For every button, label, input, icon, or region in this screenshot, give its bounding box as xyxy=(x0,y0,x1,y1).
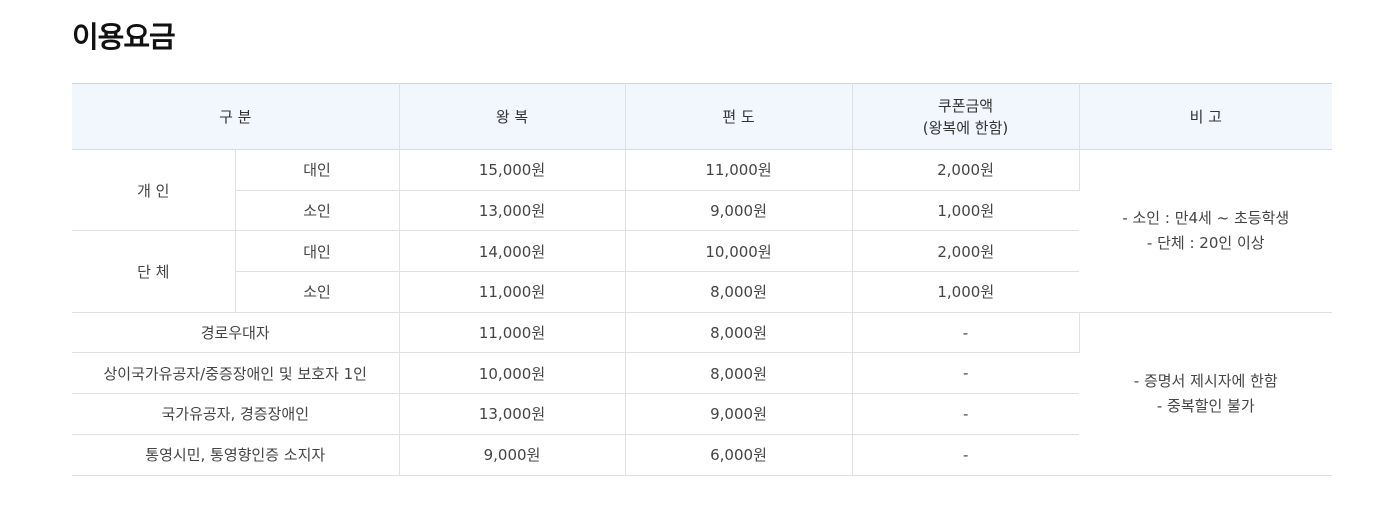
round-trip-fare: 11,000원 xyxy=(399,312,626,354)
table-header-row: 구 분 왕 복 편 도 쿠폰금액 (왕복에 한함) 비 고 xyxy=(72,83,1332,150)
discount-category-label: 국가유공자, 경증장애인 xyxy=(72,393,400,435)
round-trip-fare: 11,000원 xyxy=(399,271,626,313)
header-round-trip: 왕 복 xyxy=(399,83,626,150)
group-label-individual: 개 인 xyxy=(72,149,236,232)
round-trip-fare: 10,000원 xyxy=(399,352,626,395)
header-coupon-note: (왕복에 한함) xyxy=(922,118,1009,137)
remarks-line: - 소인 : 만4세 ~ 초등학생 xyxy=(1122,208,1290,227)
subcategory-label: 대인 xyxy=(235,230,400,273)
coupon-amount: - xyxy=(852,393,1079,435)
header-remarks: 비 고 xyxy=(1079,83,1332,150)
table-row: 경로우대자 11,000원 8,000원 - - 증명서 제시자에 한함 - 중… xyxy=(72,312,1332,476)
round-trip-fare: 14,000원 xyxy=(399,230,626,273)
one-way-fare: 8,000원 xyxy=(625,312,853,354)
round-trip-fare: 15,000원 xyxy=(399,149,626,191)
discount-category-label: 상이국가유공자/중증장애인 및 보호자 1인 xyxy=(72,352,400,395)
remarks-discount: - 증명서 제시자에 한함 - 중복할인 불가 xyxy=(1079,312,1332,476)
subcategory-label: 소인 xyxy=(235,190,400,232)
fare-table: 구 분 왕 복 편 도 쿠폰금액 (왕복에 한함) 비 고 개 인 대인 15,… xyxy=(72,83,1332,476)
coupon-amount: - xyxy=(852,434,1079,476)
discount-category-label: 경로우대자 xyxy=(72,312,400,354)
page-title: 이용요금 xyxy=(72,20,176,54)
coupon-amount: 1,000원 xyxy=(852,271,1079,313)
one-way-fare: 6,000원 xyxy=(625,434,853,476)
subcategory-label: 대인 xyxy=(235,149,400,191)
coupon-amount: 1,000원 xyxy=(852,190,1079,232)
coupon-amount: 2,000원 xyxy=(852,230,1079,273)
group-label-group: 단 체 xyxy=(72,230,236,313)
coupon-amount: - xyxy=(852,312,1080,354)
one-way-fare: 11,000원 xyxy=(625,149,853,191)
header-one-way: 편 도 xyxy=(625,83,853,150)
round-trip-fare: 9,000원 xyxy=(399,434,626,476)
header-category: 구 분 xyxy=(72,83,400,150)
remarks-age-group: - 소인 : 만4세 ~ 초등학생 - 단체 : 20인 이상 xyxy=(1079,149,1332,313)
one-way-fare: 8,000원 xyxy=(625,352,853,395)
coupon-amount: 2,000원 xyxy=(852,149,1080,191)
one-way-fare: 9,000원 xyxy=(625,190,853,232)
one-way-fare: 10,000원 xyxy=(625,230,853,273)
coupon-amount: - xyxy=(852,352,1079,395)
table-row: 개 인 대인 15,000원 11,000원 2,000원 - 소인 : 만4세… xyxy=(72,149,1332,313)
subcategory-label: 소인 xyxy=(235,271,400,313)
header-coupon: 쿠폰금액 (왕복에 한함) xyxy=(852,83,1080,150)
remarks-line: - 중복할인 불가 xyxy=(1156,396,1255,415)
remarks-line: - 증명서 제시자에 한함 xyxy=(1133,371,1278,390)
one-way-fare: 9,000원 xyxy=(625,393,853,435)
header-coupon-label: 쿠폰금액 xyxy=(937,96,994,115)
discount-category-label: 통영시민, 통영향인증 소지자 xyxy=(72,434,400,476)
round-trip-fare: 13,000원 xyxy=(399,190,626,232)
one-way-fare: 8,000원 xyxy=(625,271,853,313)
round-trip-fare: 13,000원 xyxy=(399,393,626,435)
remarks-line: - 단체 : 20인 이상 xyxy=(1146,233,1265,252)
